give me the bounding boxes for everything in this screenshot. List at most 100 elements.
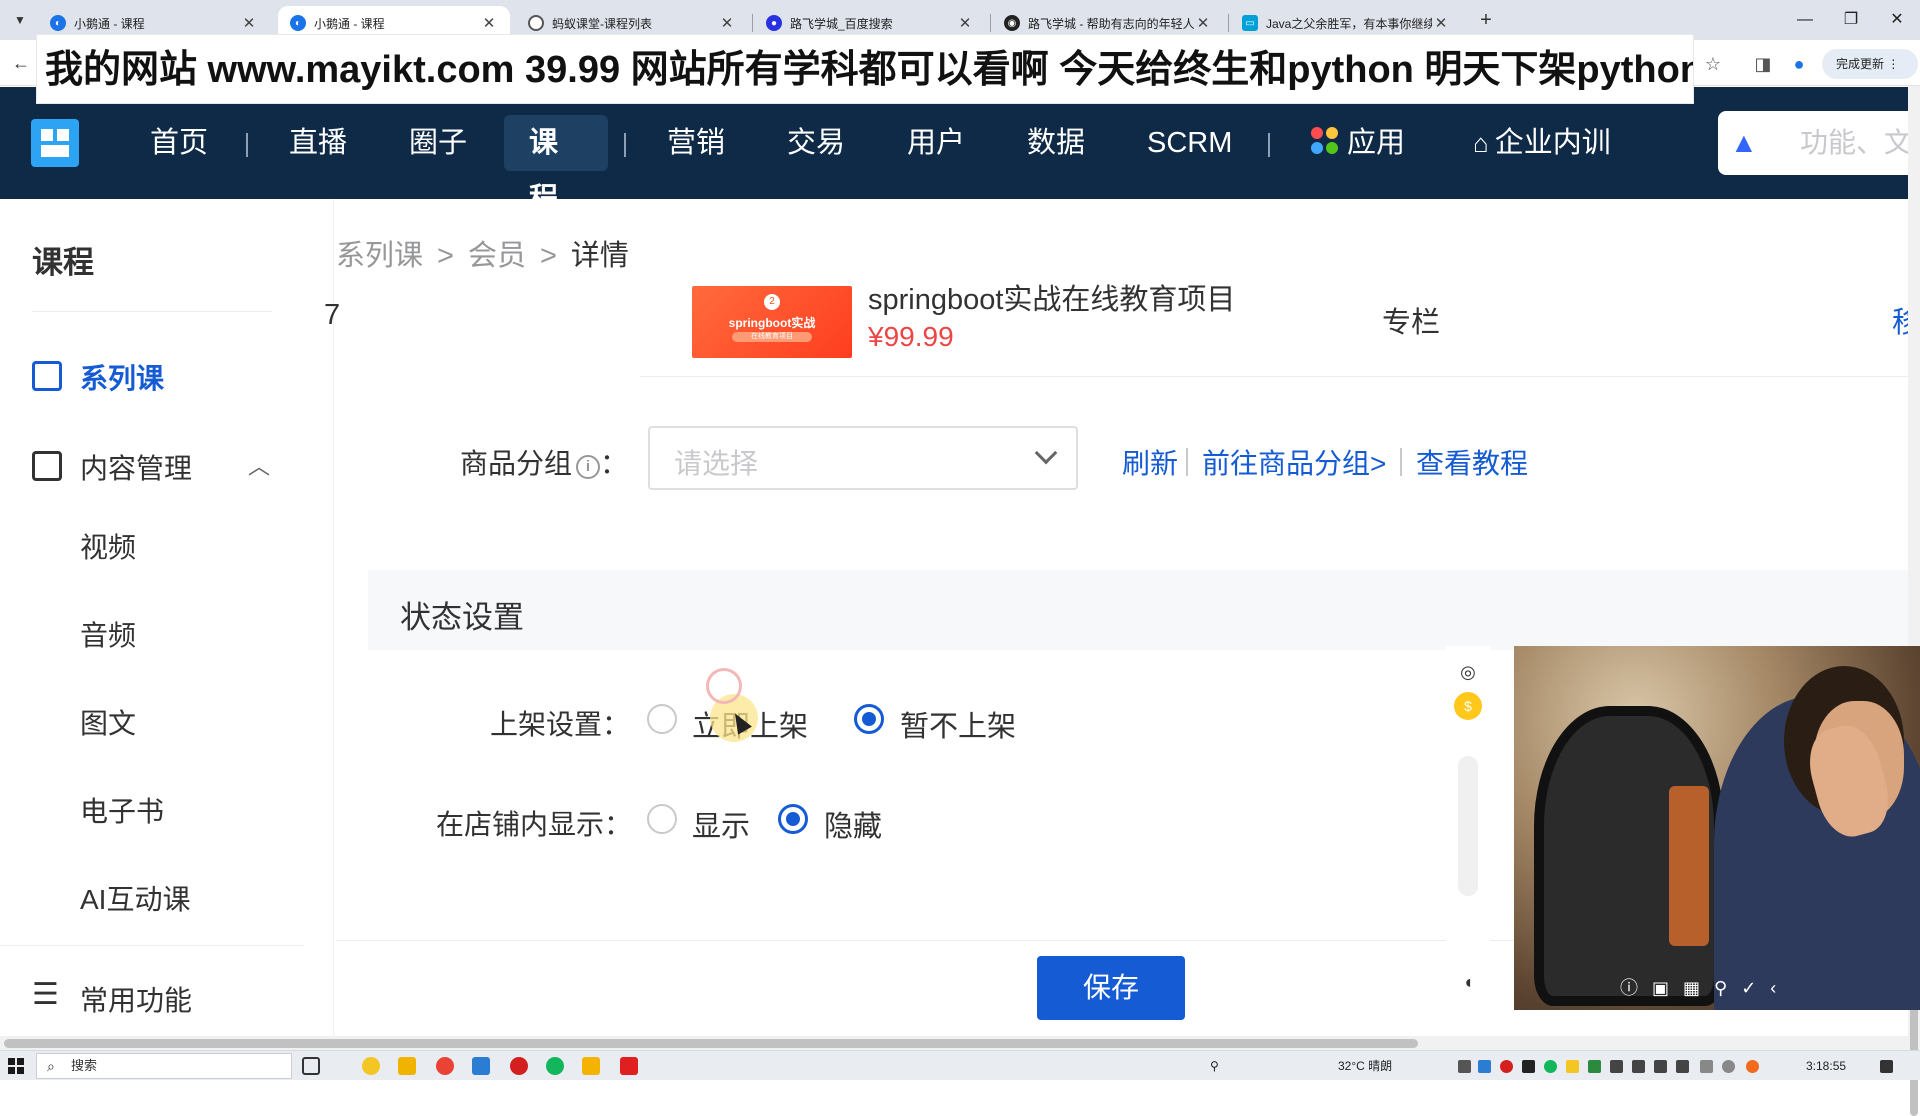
enterprise-building-icon: ⌂ (1473, 128, 1489, 158)
nav-circle[interactable]: 圈子 (384, 115, 492, 171)
nav-trade[interactable]: 交易 (762, 115, 870, 171)
tray-wifi-icon[interactable] (1632, 1060, 1645, 1073)
app-logo-icon[interactable] (31, 119, 79, 167)
minimize-window-button[interactable]: — (1782, 0, 1828, 40)
nav-apps[interactable]: 应用 (1286, 115, 1430, 171)
close-tab-icon[interactable]: ✕ (1194, 14, 1212, 32)
tray-input-icon[interactable] (1676, 1060, 1689, 1073)
tray-volume-icon[interactable] (1654, 1060, 1667, 1073)
tray-nvidia-icon[interactable] (1588, 1060, 1601, 1073)
view-tutorial-link[interactable]: 查看教程 (1416, 442, 1528, 482)
listing-later-label[interactable]: 暂不上架 (900, 703, 1016, 745)
coin-icon[interactable]: $ (1454, 692, 1482, 720)
tray-app-icon[interactable] (1478, 1060, 1491, 1073)
store-hide-label[interactable]: 隐藏 (824, 803, 882, 845)
store-hide-radio[interactable] (778, 804, 808, 834)
taskbar-search-input[interactable]: ⌕ 搜索 (36, 1053, 292, 1079)
tray-record-icon[interactable] (1500, 1060, 1513, 1073)
profile-avatar-icon[interactable]: ● (1786, 51, 1812, 77)
webcam-video-feed (1514, 646, 1920, 1010)
tray-person-icon[interactable]: ⚲ (1210, 1058, 1219, 1074)
close-tab-icon[interactable]: ✕ (718, 14, 736, 32)
close-tab-icon[interactable]: ✕ (480, 14, 498, 32)
taskbar-clock[interactable]: 3:18:55 (1806, 1058, 1846, 1074)
save-button[interactable]: 保存 (1037, 956, 1185, 1020)
recorder-options-pill[interactable] (1458, 756, 1478, 896)
nav-live[interactable]: 直播 (264, 115, 372, 171)
file-explorer-icon[interactable] (582, 1057, 600, 1075)
browser-update-button[interactable]: 完成更新 ⋮ (1822, 49, 1918, 79)
breadcrumb-series[interactable]: 系列课 (336, 240, 423, 272)
close-window-button[interactable]: ✕ (1874, 0, 1920, 40)
tray-expand-icon[interactable] (1458, 1060, 1471, 1073)
sidebar-item-content-mgmt[interactable]: 内容管理 ︿ (32, 447, 292, 487)
notification-center-icon[interactable] (1880, 1060, 1893, 1073)
tray-wechat-icon[interactable] (1544, 1060, 1557, 1073)
refresh-link[interactable]: 刷新 (1122, 442, 1178, 482)
nav-users[interactable]: 用户 (882, 115, 990, 171)
tray-ime-icon[interactable] (1722, 1060, 1735, 1073)
nav-data[interactable]: 数据 (1002, 115, 1110, 171)
tray-security-icon[interactable] (1746, 1060, 1759, 1073)
sidebar-item-ai-course[interactable]: AI互动课 (80, 878, 190, 918)
xiaoe-favicon-icon: ◐ (50, 15, 66, 31)
nav-course[interactable]: 课程 (504, 115, 608, 215)
new-tab-button[interactable]: + (1472, 6, 1500, 34)
listing-now-radio[interactable] (647, 704, 677, 734)
nav-marketing[interactable]: 营销 (642, 115, 750, 171)
global-search-input[interactable]: ▲ 功能、文 (1718, 111, 1918, 175)
screen-app-icon[interactable] (472, 1057, 490, 1075)
sidebar-item-audio[interactable]: 音频 (80, 614, 136, 654)
link-divider (1400, 448, 1402, 476)
nav-home[interactable]: 首页 (125, 115, 233, 171)
goto-product-group-link[interactable]: 前往商品分组> (1202, 442, 1386, 482)
nav-scrm[interactable]: SCRM (1122, 115, 1257, 171)
sidebar-toggle-icon[interactable]: ◨ (1750, 51, 1776, 77)
camera-switch-icon[interactable]: ◎ (1454, 658, 1482, 686)
notes-app-icon[interactable] (398, 1057, 416, 1075)
restore-window-button[interactable]: ❐ (1828, 0, 1874, 40)
tray-qq-icon[interactable] (1566, 1060, 1579, 1073)
bookmark-star-icon[interactable]: ☆ (1700, 51, 1726, 77)
listing-later-radio[interactable] (854, 704, 884, 734)
close-tab-icon[interactable]: ✕ (1432, 14, 1450, 32)
chrome-app-icon[interactable] (436, 1057, 454, 1075)
sidebar-item-series[interactable]: 系列课 (32, 357, 292, 397)
info-circle-icon[interactable]: i (576, 455, 601, 479)
breadcrumb-detail: 详情 (570, 240, 629, 272)
qq-app-icon[interactable] (362, 1057, 380, 1075)
speaker-icon[interactable]: ◖ (1454, 968, 1482, 996)
nav-divider (1268, 133, 1270, 157)
sidebar-item-ebook[interactable]: 电子书 (80, 790, 164, 830)
listing-setting-label: 上架设置： (490, 709, 631, 740)
wps-app-icon[interactable] (620, 1057, 638, 1075)
tray-network-icon[interactable] (1610, 1060, 1623, 1073)
store-show-radio[interactable] (647, 804, 677, 834)
recorder-app-icon[interactable] (510, 1057, 528, 1075)
back-arrow-icon[interactable]: ← (8, 50, 34, 76)
close-tab-icon[interactable]: ✕ (956, 14, 974, 32)
store-show-label[interactable]: 显示 (692, 803, 750, 845)
weather-text[interactable]: 32°C 晴朗 (1338, 1058, 1392, 1074)
sidebar-item-video[interactable]: 视频 (80, 526, 136, 566)
tab-list-chevron-icon[interactable]: ▼ (8, 8, 32, 32)
webcam-controls-bar[interactable]: ⓘ▣▦⚲✓‹ (1620, 966, 1920, 1010)
nav-enterprise-training[interactable]: ⌂ 企业内训 (1448, 115, 1636, 171)
horizontal-scrollbar[interactable] (0, 1036, 1910, 1050)
sidebar-item-common-functions[interactable]: ☰ 常用功能 (32, 978, 292, 1019)
close-tab-icon[interactable]: ✕ (240, 14, 258, 32)
task-view-icon[interactable] (302, 1057, 320, 1075)
link-divider (1186, 448, 1188, 476)
tray-keyboard-icon[interactable] (1700, 1060, 1713, 1073)
breadcrumb: 系列课 > 会员 > 详情 (336, 232, 629, 274)
breadcrumb-member[interactable]: 会员 (468, 240, 526, 272)
breadcrumb-chevron-icon: > (437, 240, 454, 272)
chevron-up-icon[interactable]: ︿ (248, 449, 270, 481)
product-group-select[interactable]: 请选择 (648, 426, 1078, 490)
windows-start-icon[interactable] (8, 1058, 24, 1074)
scrollbar-thumb[interactable] (4, 1039, 1418, 1048)
wechat-app-icon[interactable] (546, 1057, 564, 1075)
sidebar-item-article[interactable]: 图文 (80, 702, 136, 742)
nav-divider (246, 133, 248, 157)
tray-mic-icon[interactable] (1522, 1060, 1535, 1073)
